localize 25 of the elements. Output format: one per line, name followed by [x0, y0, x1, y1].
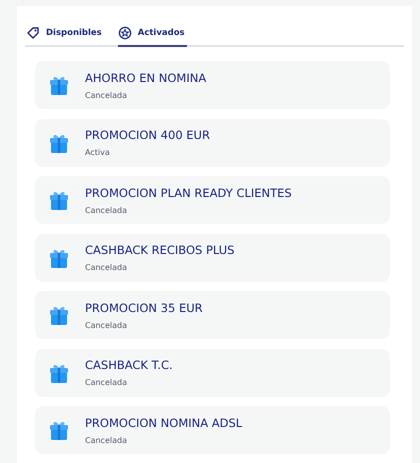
- tag-icon: [26, 26, 40, 40]
- promotion-title: PROMOCION NOMINA ADSL: [85, 416, 242, 430]
- promotion-card[interactable]: PROMOCION PLAN READY CLIENTES Cancelada: [35, 176, 390, 224]
- promotion-card[interactable]: PROMOCION 400 EUR Activa: [35, 118, 390, 166]
- promotion-status: Cancelada: [85, 320, 128, 330]
- promotion-status: Cancelada: [85, 436, 128, 444]
- promotion-card[interactable]: PROMOCION 35 EUR Cancelada: [35, 291, 390, 339]
- promotion-status: Cancelada: [85, 263, 128, 272]
- promotion-card[interactable]: CASHBACK RECIBOS PLUS Cancelada: [35, 234, 390, 282]
- star-badge-icon: [118, 26, 132, 40]
- promotion-title: PROMOCION PLAN READY CLIENTES: [85, 186, 292, 200]
- promotion-title: CASHBACK RECIBOS PLUS: [85, 243, 234, 257]
- promotion-card[interactable]: CASHBACK T.C. Cancelada: [35, 348, 390, 396]
- tab[interactable]: Activados: [118, 24, 187, 47]
- promotion-card[interactable]: PROMOCION NOMINA ADSL Cancelada: [35, 406, 390, 454]
- promotion-status: Cancelada: [85, 206, 128, 214]
- promotion-card[interactable]: AHORRO EN NOMINA Cancelada: [35, 61, 390, 109]
- promotion-status: Cancelada: [85, 378, 128, 387]
- tab[interactable]: Disponibles: [26, 24, 104, 47]
- promotion-title: CASHBACK T.C.: [85, 358, 173, 372]
- promotion-title: PROMOCION 35 EUR: [85, 300, 203, 314]
- promotion-status: Cancelada: [85, 90, 128, 100]
- promotion-title: AHORRO EN NOMINA: [85, 70, 206, 84]
- promotion-status: Activa: [85, 148, 111, 157]
- promotion-title: PROMOCION 400 EUR: [85, 128, 210, 142]
